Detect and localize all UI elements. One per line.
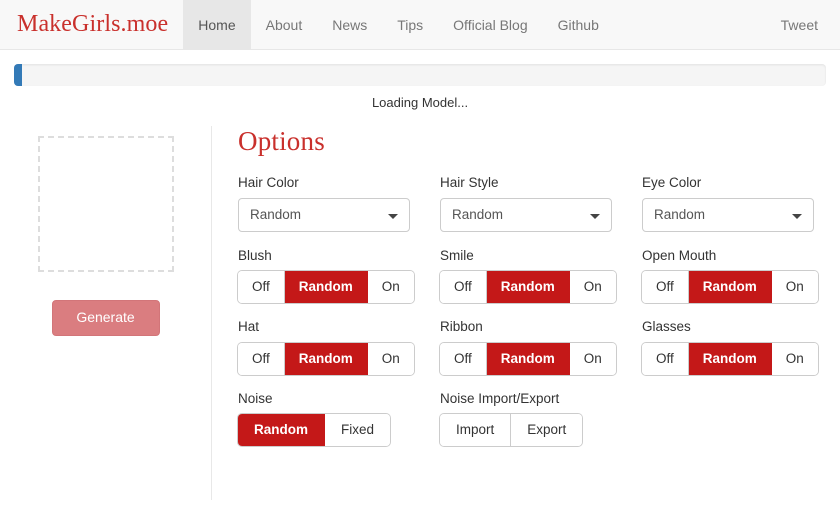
- option-cell-hair-color: Hair Color Random: [238, 175, 440, 233]
- nav-menu: Home About News Tips Official Blog Github: [183, 0, 780, 49]
- button-noise-import-export-import[interactable]: Import: [440, 413, 512, 446]
- button-noise-fixed[interactable]: Fixed: [325, 413, 391, 446]
- progress-section: Loading Model...: [0, 50, 840, 110]
- option-label-ribbon: Ribbon: [440, 319, 483, 335]
- button-glasses-random[interactable]: Random: [688, 342, 772, 375]
- select-value-eye-color: Random: [654, 207, 706, 223]
- button-glasses-on[interactable]: On: [771, 342, 818, 375]
- option-label-noise: Noise: [238, 390, 273, 406]
- main-content: Generate Options Hair Color Random Hair St…: [0, 110, 840, 500]
- button-group-open-mouth: Off Random On: [642, 271, 818, 304]
- nav-item-official-blog[interactable]: Official Blog: [438, 0, 542, 49]
- option-label-eye-color: Eye Color: [642, 175, 702, 190]
- button-ribbon-random[interactable]: Random: [486, 342, 570, 375]
- chevron-down-icon: [590, 214, 600, 220]
- button-hat-on[interactable]: On: [367, 342, 414, 375]
- option-cell-eye-color: Eye Color Random: [642, 175, 840, 233]
- option-label-hat: Hat: [238, 319, 260, 335]
- select-hair-style[interactable]: Random: [440, 198, 612, 233]
- option-cell-hair-style: Hair Style Random: [440, 175, 642, 233]
- select-eye-color[interactable]: Random: [642, 198, 814, 233]
- button-noise-random[interactable]: Random: [238, 413, 325, 446]
- button-ribbon-off[interactable]: Off: [440, 342, 487, 375]
- button-noise-import-export-export[interactable]: Export: [511, 413, 583, 446]
- option-label-blush: Blush: [238, 248, 272, 264]
- progress-track: [14, 64, 826, 86]
- select-value-hair-color: Random: [250, 207, 302, 223]
- select-value-hair-style: Random: [452, 207, 504, 223]
- tweet-link[interactable]: Tweet: [781, 17, 818, 33]
- option-label-open-mouth: Open Mouth: [642, 248, 717, 264]
- option-cell-noise: Noise Random Fixed: [238, 391, 440, 446]
- button-open-mouth-off[interactable]: Off: [642, 271, 689, 304]
- option-cell-ribbon: Ribbon Off Random On: [440, 319, 642, 375]
- button-group-ribbon: Off Random On: [440, 342, 616, 375]
- button-group-smile: Off Random On: [440, 271, 616, 304]
- button-blush-off[interactable]: Off: [238, 271, 285, 304]
- chevron-down-icon: [388, 214, 398, 220]
- select-hair-color[interactable]: Random: [238, 198, 410, 233]
- button-group-hat: Off Random On: [238, 342, 414, 375]
- options-heading: Options: [238, 126, 325, 156]
- button-blush-random[interactable]: Random: [284, 271, 368, 304]
- option-label-glasses: Glasses: [642, 319, 691, 335]
- option-label-hair-color: Hair Color: [238, 175, 299, 190]
- loading-status-text: Loading Model...: [371, 95, 469, 110]
- progress-bar-fill: [14, 64, 23, 86]
- chevron-down-icon: [792, 214, 802, 220]
- button-open-mouth-random[interactable]: Random: [688, 271, 772, 304]
- generate-button[interactable]: Generate: [51, 300, 160, 336]
- option-label-noise-import-export: Noise Import/Export: [440, 390, 560, 406]
- nav-item-about[interactable]: About: [251, 0, 318, 49]
- button-group-noise-import-export: Import Export: [440, 413, 583, 446]
- option-label-hair-style: Hair Style: [440, 175, 499, 190]
- button-group-glasses: Off Random On: [642, 342, 818, 375]
- option-cell-hat: Hat Off Random On: [238, 319, 440, 375]
- button-glasses-off[interactable]: Off: [642, 342, 689, 375]
- nav-item-tips[interactable]: Tips: [382, 0, 438, 49]
- options-panel: Options Hair Color Random Hair Style Random…: [212, 126, 840, 500]
- button-hat-random[interactable]: Random: [284, 342, 368, 375]
- button-smile-random[interactable]: Random: [486, 271, 570, 304]
- button-ribbon-on[interactable]: On: [569, 342, 616, 375]
- button-smile-on[interactable]: On: [569, 271, 616, 304]
- button-group-noise: Random Fixed: [238, 413, 391, 446]
- navbar-right: Tweet: [781, 0, 840, 49]
- option-cell-noise-import-export: Noise Import/Export Import Export: [440, 391, 642, 446]
- option-label-smile: Smile: [440, 248, 474, 264]
- option-cell-open-mouth: Open Mouth Off Random On: [642, 248, 840, 304]
- button-smile-off[interactable]: Off: [440, 271, 487, 304]
- brand-logo[interactable]: MakeGirls.moe: [0, 0, 183, 49]
- nav-item-github[interactable]: Github: [543, 0, 614, 49]
- button-blush-on[interactable]: On: [367, 271, 414, 304]
- option-cell-empty: [642, 391, 840, 462]
- image-placeholder: [37, 136, 174, 272]
- button-open-mouth-on[interactable]: On: [771, 271, 818, 304]
- preview-panel: Generate: [0, 126, 212, 500]
- option-cell-smile: Smile Off Random On: [440, 248, 642, 304]
- navbar: MakeGirls.moe Home About News Tips Official …: [0, 0, 840, 50]
- nav-item-news[interactable]: News: [317, 0, 382, 49]
- option-cell-blush: Blush Off Random On: [238, 248, 440, 304]
- option-cell-glasses: Glasses Off Random On: [642, 319, 840, 375]
- options-grid: Hair Color Random Hair Style Random Eye Colo…: [238, 175, 840, 462]
- nav-item-home[interactable]: Home: [183, 0, 251, 49]
- button-hat-off[interactable]: Off: [238, 342, 285, 375]
- button-group-blush: Off Random On: [238, 271, 414, 304]
